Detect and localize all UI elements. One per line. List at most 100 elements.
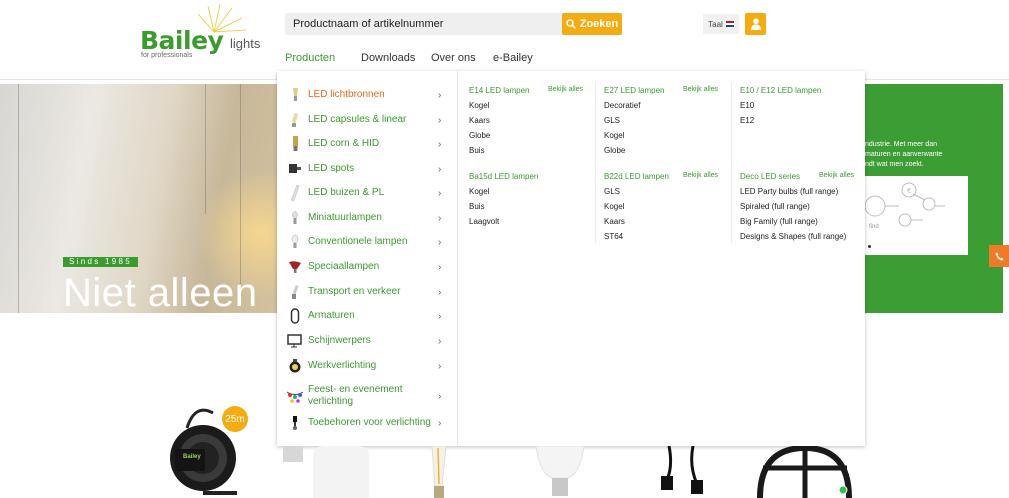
- chevron-right-icon: ›: [438, 335, 442, 347]
- bailey-logo[interactable]: Bailey lights for professionals: [138, 3, 268, 64]
- view-all-link[interactable]: Bekijk alles: [683, 172, 718, 179]
- subcategory-link[interactable]: Big Family (full range): [740, 217, 818, 226]
- column-divider: [731, 83, 732, 243]
- column-title-e14[interactable]: E14 LED lampen: [469, 86, 529, 95]
- product-bulkhead-fixture[interactable]: [757, 444, 852, 498]
- subcategory-link[interactable]: Kaars: [469, 116, 490, 125]
- category-item[interactable]: LED spots ›: [277, 158, 458, 180]
- subcategory-link[interactable]: Buis: [469, 146, 485, 155]
- hero-info-line: ndustrie. Met meer dan: [865, 141, 937, 148]
- category-label: Armaturen: [308, 310, 355, 321]
- language-selector[interactable]: Taal: [703, 14, 739, 34]
- category-item[interactable]: LED capsules & linear ›: [277, 109, 458, 131]
- view-all-link[interactable]: Bekijk alles: [819, 172, 854, 179]
- subcategory-link[interactable]: Decoratief: [604, 101, 640, 110]
- hero-info-line: ndt wat men zoekt.: [865, 161, 924, 168]
- column-title-b22d[interactable]: B22d LED lampen: [604, 172, 669, 181]
- reel-brand-label: Bailey: [183, 454, 201, 460]
- filament-bulb-image: [431, 445, 447, 498]
- subcategory-link[interactable]: GLS: [604, 116, 620, 125]
- product-led-bulb[interactable]: [530, 445, 590, 498]
- logo-tagline: for professionals: [141, 52, 193, 59]
- chevron-right-icon: ›: [438, 360, 442, 372]
- subcategory-link[interactable]: Kogel: [469, 101, 489, 110]
- column-title-e27[interactable]: E27 LED lampen: [604, 86, 664, 95]
- view-all-link[interactable]: Bekijk alles: [548, 86, 583, 93]
- chevron-right-icon: ›: [438, 236, 442, 248]
- chevron-right-icon: ›: [438, 417, 442, 429]
- category-label: Feest- en evenement verlichting: [308, 384, 403, 407]
- nav-e-bailey[interactable]: e-Bailey: [493, 52, 533, 64]
- chevron-right-icon: ›: [438, 390, 442, 402]
- hero-title-line: Niet alleen: [63, 271, 258, 313]
- product-filament-bulb[interactable]: [418, 445, 458, 498]
- slider-dot[interactable]: [868, 245, 871, 248]
- category-item[interactable]: Werkverlichting ›: [277, 355, 458, 377]
- search-input[interactable]: [285, 13, 562, 35]
- subcategory-link[interactable]: Globe: [604, 146, 625, 155]
- floodlight-icon: [287, 333, 303, 349]
- category-label: Transport en verkeer: [308, 286, 401, 297]
- fixture-icon: [287, 308, 303, 324]
- subcategory-link[interactable]: Laagvolt: [469, 217, 499, 226]
- category-item[interactable]: Schijnwerpers ›: [277, 330, 458, 352]
- column-title-ba15d[interactable]: Ba15d LED lampen: [469, 172, 538, 181]
- subcategory-link[interactable]: E12: [740, 116, 754, 125]
- category-label: LED capsules & linear: [308, 114, 407, 125]
- subcategory-link[interactable]: ST64: [604, 232, 623, 241]
- subcategory-link[interactable]: GLS: [604, 187, 620, 196]
- subcategory-link[interactable]: Buis: [469, 202, 485, 211]
- phone-icon: [994, 251, 1004, 261]
- view-all-link[interactable]: Bekijk alles: [683, 86, 718, 93]
- nav-downloads[interactable]: Downloads: [361, 52, 415, 64]
- nav-producten[interactable]: Producten: [285, 52, 335, 64]
- column-title-e10-e12[interactable]: E10 / E12 LED lampen: [740, 86, 821, 95]
- category-item[interactable]: LED lichtbronnen ›: [277, 84, 458, 106]
- product-power-plug[interactable]: [655, 445, 715, 498]
- party-light-icon: [287, 388, 303, 404]
- category-item[interactable]: Feest- en evenement verlichting ›: [277, 383, 458, 409]
- category-item[interactable]: Conventionele lampen ›: [277, 231, 458, 253]
- category-label: LED lichtbronnen: [308, 89, 385, 100]
- nav-over-ons[interactable]: Over ons: [431, 52, 476, 64]
- bulkhead-fixture-image: [757, 444, 852, 498]
- subcategory-link[interactable]: E10: [740, 101, 754, 110]
- subcategory-link[interactable]: Kaars: [604, 217, 625, 226]
- since-badge: Sinds 1985: [63, 257, 139, 267]
- search-button-label: Zoeken: [579, 18, 619, 30]
- subcategory-link[interactable]: LED Party bulbs (full range): [740, 187, 838, 196]
- category-label: Toebehoren voor verlichting: [308, 417, 431, 428]
- corn-lamp-icon: [287, 136, 303, 152]
- product-cable-reel[interactable]: Bailey 25m: [165, 403, 255, 498]
- products-mega-menu: LED lichtbronnen › LED capsules & linear…: [277, 71, 865, 446]
- product-socket[interactable]: [283, 446, 303, 462]
- chevron-right-icon: ›: [438, 187, 442, 199]
- category-item[interactable]: Miniatuurlampen ›: [277, 207, 458, 229]
- subcategory-link[interactable]: Kogel: [604, 131, 624, 140]
- mini-lamp-icon: [287, 210, 303, 226]
- category-item[interactable]: Toebehoren voor verlichting ›: [277, 412, 458, 434]
- find-label: find: [869, 224, 879, 230]
- category-item[interactable]: Speciaallampen ›: [277, 256, 458, 278]
- category-item[interactable]: LED buizen & PL ›: [277, 182, 458, 204]
- lightbulb-icon: €: [865, 182, 945, 227]
- column-title-deco[interactable]: Deco LED series: [740, 172, 800, 181]
- search-button[interactable]: Zoeken: [562, 13, 622, 35]
- hero-banner[interactable]: Sinds 1985 Niet alleen speciaal: [0, 84, 278, 313]
- subcategory-link[interactable]: Spiraled (full range): [740, 202, 810, 211]
- user-account-button[interactable]: [745, 13, 766, 35]
- column-divider: [595, 83, 596, 243]
- svg-text:€: €: [907, 187, 911, 195]
- category-item[interactable]: LED corn & HID ›: [277, 133, 458, 155]
- user-icon: [750, 18, 761, 30]
- product-lamp-shade[interactable]: [313, 446, 369, 498]
- subcategory-link[interactable]: Designs & Shapes (full range): [740, 232, 846, 241]
- category-item[interactable]: Transport en verkeer ›: [277, 281, 458, 303]
- category-item[interactable]: Armaturen ›: [277, 305, 458, 327]
- subcategory-link[interactable]: Globe: [469, 131, 490, 140]
- category-label: Speciaallampen: [308, 261, 380, 272]
- subcategory-link[interactable]: Kogel: [469, 187, 489, 196]
- subcategory-link[interactable]: Kogel: [604, 202, 624, 211]
- phone-contact-button[interactable]: [989, 245, 1009, 267]
- category-label: Conventionele lampen: [308, 236, 408, 247]
